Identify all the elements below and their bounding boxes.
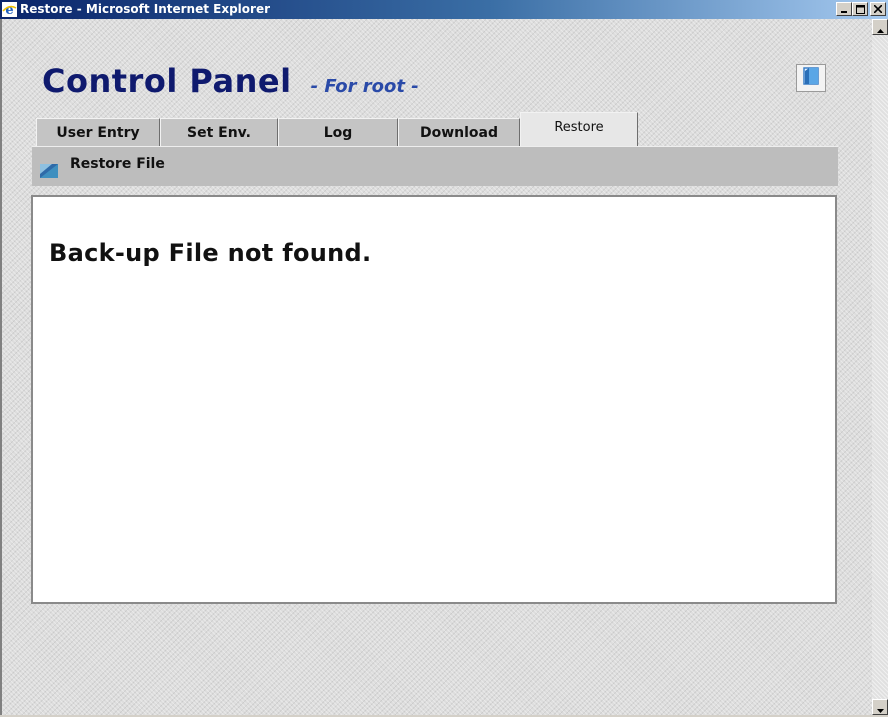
minimize-icon — [840, 5, 848, 13]
page-subtitle: - For root - — [310, 76, 419, 97]
tab-download[interactable]: Download — [398, 118, 520, 146]
scroll-down-arrow-icon — [876, 698, 884, 717]
svg-text:e: e — [5, 3, 13, 17]
scroll-down-button[interactable] — [872, 699, 888, 715]
maximize-button[interactable] — [852, 2, 868, 16]
internet-explorer-icon: e — [2, 2, 17, 18]
logout-button[interactable] — [796, 64, 826, 92]
page-title: Control Panel — [42, 62, 292, 100]
window-title: Restore - Microsoft Internet Explorer — [20, 2, 271, 16]
tab-log[interactable]: Log — [278, 118, 398, 146]
minimize-button[interactable] — [836, 2, 852, 16]
status-message: Back-up File not found. — [49, 239, 372, 267]
logout-door-icon — [801, 66, 821, 90]
tab-user-entry[interactable]: User Entry — [36, 118, 160, 146]
window-titlebar: e Restore - Microsoft Internet Explorer — [0, 0, 888, 19]
close-button[interactable] — [870, 2, 886, 16]
scroll-up-button[interactable] — [872, 19, 888, 35]
close-icon — [874, 5, 882, 13]
maximize-icon — [855, 4, 865, 14]
action-toolbar: Restore File — [32, 146, 838, 186]
restore-file-link[interactable]: Restore File — [70, 156, 165, 172]
vertical-scrollbar[interactable] — [872, 19, 888, 715]
content-panel: Back-up File not found. — [31, 195, 837, 604]
restore-file-icon — [40, 160, 58, 178]
tab-set-env[interactable]: Set Env. — [160, 118, 278, 146]
scroll-up-arrow-icon — [876, 18, 884, 37]
tab-restore[interactable]: Restore — [520, 112, 638, 146]
page-heading: Control Panel - For root - — [42, 62, 419, 100]
